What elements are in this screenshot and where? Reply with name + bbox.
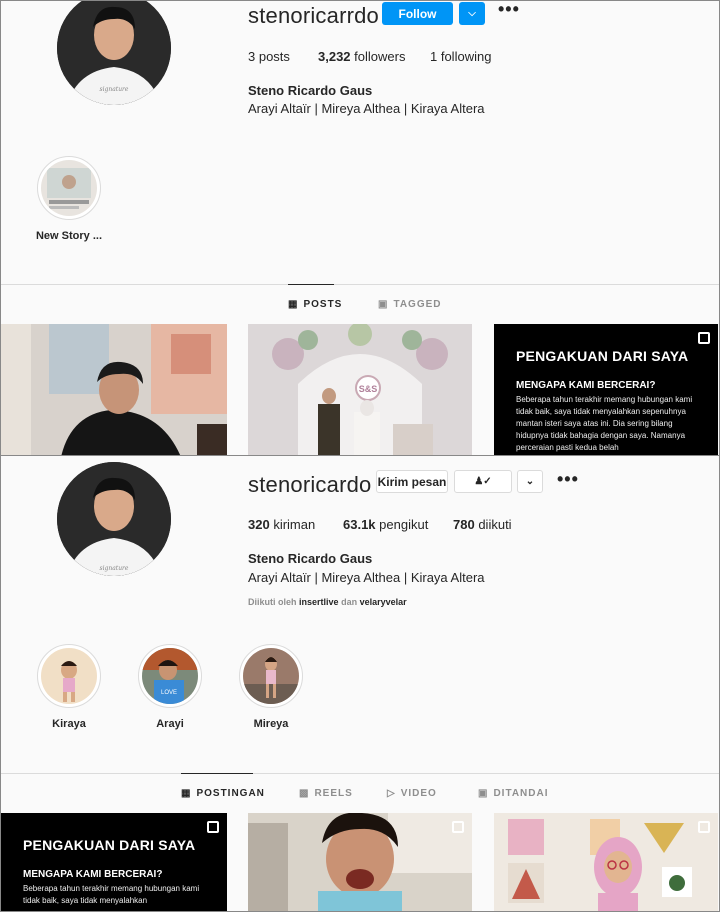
svg-text:signature: signature (100, 86, 129, 93)
story-highlight-label: Arayi (156, 718, 184, 730)
post-tile[interactable] (248, 813, 472, 911)
suggested-dropdown-button[interactable]: ⌄ (517, 470, 543, 493)
post-text-subtitle: MENGAPA KAMI BERCERAI? (516, 380, 656, 391)
profile-screenshot-current: signature stenoricardo Kirim pesan ♟✓ ⌄ … (0, 455, 720, 912)
carousel-icon (207, 821, 219, 833)
active-tab-indicator (181, 773, 253, 774)
followed-by[interactable]: Diikuti oleh insertlive dan velaryvelar (248, 597, 407, 607)
post-image (494, 813, 718, 911)
posts-count[interactable]: 320 kiriman (248, 517, 343, 532)
svg-text:S&S: S&S (359, 384, 378, 394)
bio: Arayi Altaïr | Mireya Althea | Kiraya Al… (248, 570, 485, 585)
follow-button[interactable]: Follow (382, 2, 453, 25)
story-thumbnail: LOVE (142, 648, 198, 704)
story-highlight-label: New Story ... (35, 230, 103, 242)
play-circle-icon: ▷ (387, 788, 396, 799)
message-button[interactable]: Kirim pesan (376, 470, 448, 493)
post-text-title: PENGAKUAN DARI SAYA (516, 348, 689, 364)
tabs-divider (1, 773, 719, 774)
tab-posts-label: POSTS (303, 299, 343, 310)
avatar[interactable]: signature (57, 462, 171, 576)
tab-video[interactable]: ▷ VIDEO (387, 788, 437, 799)
full-name: Steno Ricardo Gaus (248, 83, 373, 98)
avatar-photo: signature (57, 462, 171, 576)
avatar[interactable]: signature (57, 1, 171, 105)
tab-reels[interactable]: ▩ REELS (299, 788, 353, 799)
tab-reels-label: REELS (314, 788, 353, 799)
tab-video-label: VIDEO (400, 788, 437, 799)
tab-tagged-label: DITANDAI (493, 788, 549, 799)
followers-count[interactable]: 3,232 followers (318, 49, 430, 64)
tab-tagged-label: TAGGED (393, 299, 442, 310)
suggested-dropdown-button[interactable]: ⌵ (459, 2, 485, 25)
bio: Arayi Altaïr | Mireya Althea | Kiraya Al… (248, 101, 485, 116)
post-image: S&S (248, 324, 472, 455)
post-image (248, 813, 472, 911)
posts-count[interactable]: 3 posts (248, 49, 318, 64)
tabs-divider (1, 284, 719, 285)
post-tile[interactable] (1, 324, 227, 455)
carousel-icon (698, 821, 710, 833)
post-text-body: Beberapa tahun terakhir memang hubungan … (516, 395, 693, 452)
post-tile[interactable] (494, 813, 718, 911)
story-highlight[interactable] (37, 156, 101, 220)
tab-posts[interactable]: ▦ POSTS (288, 299, 342, 310)
story-highlight-mireya[interactable] (239, 644, 303, 708)
tab-posts-label: POSTINGAN (196, 788, 265, 799)
profile-stats: 3 posts 3,232 followers 1 following (248, 49, 491, 64)
story-highlight-label: Kiraya (52, 718, 86, 730)
tab-tagged[interactable]: ▣ TAGGED (378, 299, 442, 310)
story-thumbnail (41, 648, 97, 704)
carousel-icon (698, 332, 710, 344)
profile-screenshot-old: signature stenoricarrdo Follow ⌵ ••• 3 p… (0, 0, 720, 456)
followed-by-user[interactable]: insertlive (299, 597, 339, 607)
post-tile[interactable]: PENGAKUAN DARI SAYA MENGAPA KAMI BERCERA… (1, 813, 227, 911)
svg-text:LOVE: LOVE (161, 690, 177, 696)
post-text-title: PENGAKUAN DARI SAYA (23, 837, 196, 853)
username: stenoricarrdo (248, 3, 379, 28)
profile-stats: 320 kiriman 63.1k pengikut 780 diikuti (248, 517, 512, 532)
active-tab-indicator (288, 284, 334, 285)
avatar-photo: signature (57, 1, 171, 105)
chevron-down-icon: ⌵ (468, 8, 476, 19)
chevron-down-icon: ⌄ (525, 476, 535, 487)
reels-icon: ▩ (299, 788, 310, 799)
grid-icon: ▦ (181, 788, 192, 799)
following-count[interactable]: 780 diikuti (453, 517, 512, 532)
tag-icon: ▣ (378, 299, 389, 310)
post-tile[interactable]: S&S (248, 324, 472, 455)
tab-tagged[interactable]: ▣ DITANDAI (478, 788, 548, 799)
reel-icon (452, 821, 464, 833)
post-image (1, 324, 227, 455)
post-text-body: Beberapa tahun terakhir memang hubungan … (23, 884, 200, 905)
user-check-icon: ♟✓ (474, 476, 492, 487)
more-options-icon[interactable]: ••• (557, 469, 579, 490)
post-tile[interactable]: PENGAKUAN DARI SAYA MENGAPA KAMI BERCERA… (494, 324, 718, 455)
tag-icon: ▣ (478, 788, 489, 799)
story-thumbnail (41, 160, 97, 216)
story-highlight-kiraya[interactable] (37, 644, 101, 708)
more-options-icon[interactable]: ••• (498, 1, 520, 20)
svg-text:signature: signature (100, 565, 129, 572)
story-thumbnail (243, 648, 299, 704)
story-highlight-arayi[interactable]: LOVE (138, 644, 202, 708)
followed-by-user[interactable]: velaryvelar (360, 597, 407, 607)
full-name: Steno Ricardo Gaus (248, 551, 373, 566)
username: stenoricardo (248, 472, 372, 497)
post-text-subtitle: MENGAPA KAMI BERCERAI? (23, 869, 163, 880)
tab-posts[interactable]: ▦ POSTINGAN (181, 788, 265, 799)
following-button[interactable]: ♟✓ (454, 470, 512, 493)
story-highlight-label: Mireya (253, 718, 289, 730)
followers-count[interactable]: 63.1k pengikut (343, 517, 453, 532)
following-count[interactable]: 1 following (430, 49, 491, 64)
followed-by-prefix: Diikuti oleh (248, 597, 297, 607)
grid-icon: ▦ (288, 299, 299, 310)
followed-by-and: dan (341, 597, 358, 607)
